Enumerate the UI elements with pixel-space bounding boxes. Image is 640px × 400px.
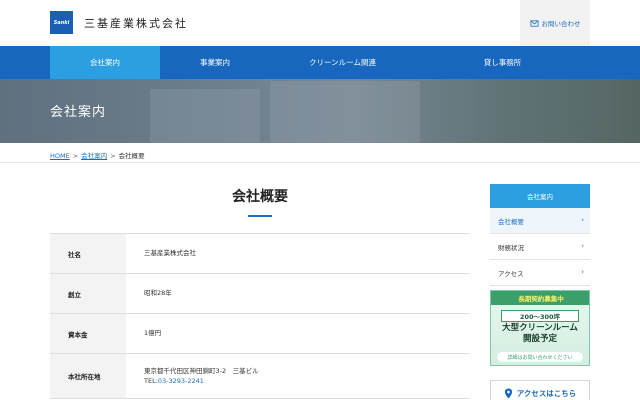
chevron-right-icon: › (581, 242, 584, 250)
breadcrumb-separator: > (72, 152, 79, 160)
banner-subtext: 詳細はお問い合わせください (497, 352, 583, 362)
row-value: 1億円 (126, 314, 470, 353)
company-name[interactable]: 三基産業株式会社 (84, 15, 188, 31)
hero-banner: 会社案内 (0, 79, 640, 143)
phone-line: TEL:03-3293-2241 (144, 376, 470, 386)
sidebar-menu: 会社概要 › 財務状況 › アクセス › (490, 208, 590, 286)
company-logo[interactable]: Sanki (50, 11, 73, 34)
sidebar-item-label: アクセス (498, 269, 524, 278)
breadcrumb-current: 会社概要 (118, 152, 145, 160)
sidebar-item-label: 会社概要 (498, 217, 524, 226)
chevron-right-icon: › (581, 216, 584, 224)
sidebar-item-access[interactable]: アクセス › (490, 260, 590, 286)
capital-value: 1億円 (144, 329, 162, 338)
table-row: 資本金 1億円 (50, 314, 470, 354)
hero-title: 会社案内 (50, 105, 107, 120)
contact-button[interactable]: お問い合わせ (520, 0, 590, 46)
row-label: 社名 (50, 234, 126, 273)
nav-item-company[interactable]: 会社案内 (50, 46, 160, 79)
access-label: アクセスはこちら (516, 388, 577, 398)
title-underline (248, 215, 272, 217)
breadcrumb-separator: > (110, 152, 116, 160)
contact-label: お問い合わせ (541, 20, 581, 28)
breadcrumb: HOME > 会社案内 > 会社概要 (50, 150, 145, 160)
phone-link[interactable]: 03-3293-2241 (158, 377, 204, 385)
sidebar-item-label: 財務状況 (498, 243, 524, 252)
phone-label: TEL: (144, 377, 158, 385)
banner-headline-line: 開設予定 (522, 333, 557, 344)
banner-size: 200〜300坪 (501, 310, 579, 322)
site-header: Sanki 三基産業株式会社 お問い合わせ (0, 0, 640, 46)
page-title: 会社概要 (232, 189, 288, 205)
main-nav: 会社案内 事業案内 クリーンルーム関連 貸し事務所 (0, 46, 640, 79)
row-label: 創立 (50, 274, 126, 313)
nav-item-business[interactable]: 事業案内 (160, 46, 270, 79)
breadcrumb-divider (0, 162, 640, 163)
nav-item-cleanroom[interactable]: クリーンルーム関連 (270, 46, 415, 79)
table-row: 本社所在地 東京都千代田区神田錦町3-2 三基ビル TEL:03-3293-22… (50, 354, 470, 399)
chevron-right-icon: › (581, 268, 584, 276)
sidebar-header[interactable]: 会社案内 (490, 184, 590, 208)
banner-headline: 大型クリーンルーム 開設予定 (491, 323, 589, 344)
banner-tag: 長期契約募集中 (491, 291, 589, 305)
access-link[interactable]: アクセスはこちら (490, 380, 590, 400)
company-info-table: 社名 三基産業株式会社 創立 昭和28年 資本金 1億円 本社所在地 東京都千代… (50, 233, 470, 399)
founded-value: 昭和28年 (144, 289, 172, 298)
table-row: 社名 三基産業株式会社 (50, 234, 470, 274)
cleanroom-promo-banner[interactable]: 長期契約募集中 200〜300坪 大型クリーンルーム 開設予定 詳細はお問い合わ… (490, 290, 590, 366)
row-value: 昭和28年 (126, 274, 470, 313)
banner-headline-line: 大型クリーンルーム (502, 323, 578, 333)
row-label: 本社所在地 (50, 354, 126, 398)
row-value: 東京都千代田区神田錦町3-2 三基ビル TEL:03-3293-2241 (126, 354, 470, 398)
row-label: 資本金 (50, 314, 126, 353)
table-row: 創立 昭和28年 (50, 274, 470, 314)
breadcrumb-company[interactable]: 会社案内 (81, 152, 107, 160)
nav-item-office-rental[interactable]: 貸し事務所 (415, 46, 590, 79)
logo-text: Sanki (53, 19, 70, 26)
breadcrumb-home[interactable]: HOME (50, 152, 70, 160)
row-value: 三基産業株式会社 (126, 234, 470, 273)
mail-icon (529, 19, 539, 27)
sidebar-item-financials[interactable]: 財務状況 › (490, 234, 590, 260)
address-value: 東京都千代田区神田錦町3-2 三基ビル (144, 366, 259, 375)
map-pin-icon (504, 388, 512, 398)
sidebar-item-overview[interactable]: 会社概要 › (490, 208, 590, 234)
company-name-value: 三基産業株式会社 (144, 249, 196, 258)
